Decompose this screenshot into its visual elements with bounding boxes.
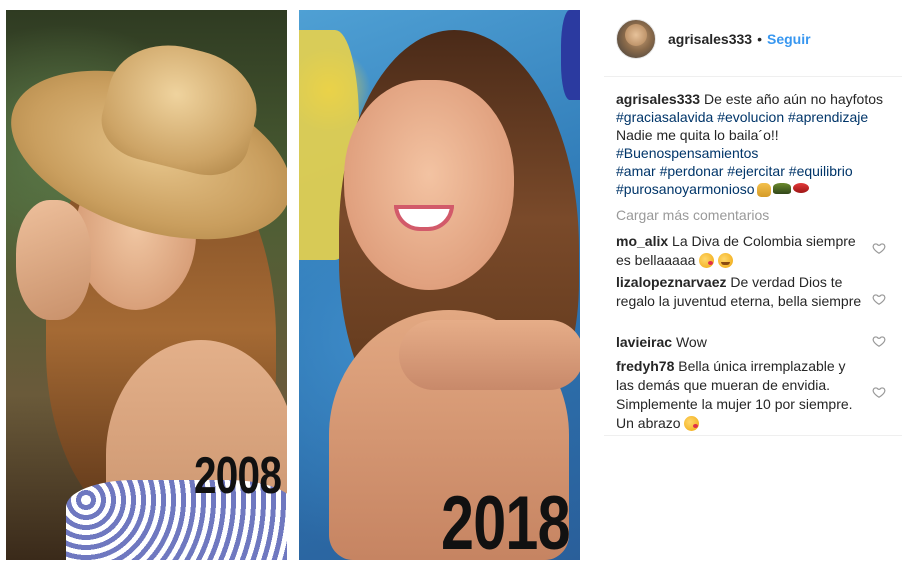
comment-text: Wow — [675, 334, 707, 350]
hashtag-link[interactable]: #evolucion — [717, 109, 784, 125]
year-label-2008: 2008 — [194, 447, 282, 505]
caption-text: De este año aún no hayfotos — [703, 91, 883, 107]
post-caption: agrisales333 De este año aún no hayfotos… — [616, 90, 896, 198]
divider — [604, 435, 902, 436]
divider — [604, 76, 902, 77]
header-separator: • — [757, 31, 762, 47]
comment-username[interactable]: fredyh78 — [616, 358, 674, 374]
comment-username[interactable]: lizalopeznarvaez — [616, 274, 727, 290]
caption-username[interactable]: agrisales333 — [616, 91, 700, 107]
like-comment-heart-icon[interactable] — [872, 241, 886, 255]
blush-emoji-icon — [718, 253, 734, 268]
photo-2008: 2008 — [6, 10, 287, 560]
hashtag-link[interactable]: #purosanoyarmonioso — [616, 181, 755, 197]
comment: lizalopeznarvaez De verdad Dios te regal… — [616, 273, 864, 311]
hashtag-link[interactable]: #equilibrio — [789, 163, 853, 179]
post-media[interactable]: 2008 2018 — [0, 0, 594, 561]
like-comment-heart-icon[interactable] — [872, 385, 886, 399]
follow-button[interactable]: Seguir — [767, 31, 811, 47]
caption-text: Nadie me quita lo baila´o!! — [616, 127, 779, 143]
post-header: agrisales333 • Seguir — [604, 14, 904, 64]
face-shape — [344, 80, 514, 290]
comment-username[interactable]: lavieirac — [616, 334, 672, 350]
lips-emoji-icon — [792, 183, 809, 193]
hand-shape — [16, 200, 91, 320]
pray-emoji-icon — [756, 183, 771, 197]
photo-2018: 2018 — [299, 10, 580, 560]
hashtag-link[interactable]: #perdonar — [660, 163, 724, 179]
arm-shape — [399, 320, 580, 390]
like-comment-heart-icon[interactable] — [872, 334, 886, 348]
load-more-comments-button[interactable]: Cargar más comentarios — [616, 207, 769, 223]
hashtag-link[interactable]: #aprendizaje — [788, 109, 868, 125]
avatar[interactable] — [616, 19, 656, 59]
hashtag-link[interactable]: #amar — [616, 163, 656, 179]
like-comment-heart-icon[interactable] — [872, 292, 886, 306]
kiss-emoji-icon — [684, 416, 700, 431]
hashtag-link[interactable]: #graciasalavida — [616, 109, 713, 125]
year-label-2018: 2018 — [441, 481, 571, 560]
comment-username[interactable]: mo_alix — [616, 233, 668, 249]
kiss-emoji-icon — [699, 253, 715, 268]
comment: mo_alix La Diva de Colombia siempre es b… — [616, 232, 864, 270]
comment: fredyh78 Bella única irremplazable y las… — [616, 357, 864, 433]
car-emoji-icon — [772, 183, 791, 194]
hashtag-link[interactable]: #ejercitar — [727, 163, 785, 179]
hashtag-link[interactable]: #Buenospensamientos — [616, 145, 758, 161]
wall-graphic-right — [561, 10, 580, 100]
caption-emojis — [756, 183, 809, 197]
header-username[interactable]: agrisales333 — [668, 31, 752, 47]
post-sidebar: agrisales333 • Seguir agrisales333 De es… — [604, 0, 904, 561]
comment: lavieirac Wow — [616, 333, 864, 352]
